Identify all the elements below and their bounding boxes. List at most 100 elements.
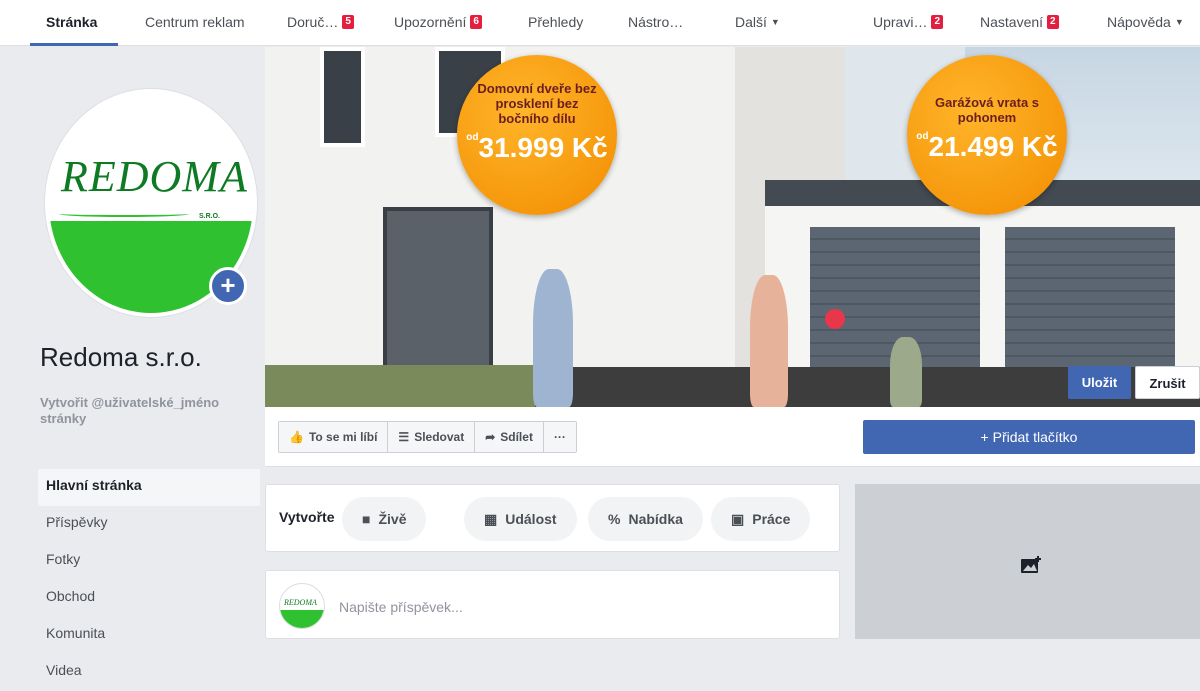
more-label: ··· (553, 430, 566, 444)
calendar-icon: ▦ (484, 511, 498, 527)
percent-icon: % (608, 511, 621, 527)
create-event-button[interactable]: ▦ Událost (464, 497, 577, 541)
sidebar-item-label: Hlavní stránka (46, 477, 142, 493)
logo-swoosh (59, 211, 189, 217)
create-event-label: Událost (505, 511, 557, 527)
cover-ball (825, 309, 845, 329)
sidebar-item-home[interactable]: Hlavní stránka (38, 469, 260, 506)
promo-prefix: od (466, 132, 479, 143)
tab-edit[interactable]: Upravi… 2 (873, 14, 944, 30)
avatar: REDOMA (279, 583, 325, 629)
share-button[interactable]: ➦ Sdílet (475, 422, 544, 452)
sidebar-item-photos[interactable]: Fotky (38, 543, 260, 580)
video-camera-icon: ■ (362, 511, 371, 527)
sidebar-item-videos[interactable]: Videa (38, 654, 260, 691)
cover-photo[interactable]: Domovní dveře bez prosklení bez bočního … (265, 47, 1200, 407)
page-action-bar: 👍 To se mi líbí ☰ Sledovat ➦ Sdílet ··· + P… (265, 407, 1200, 467)
tab-tools[interactable]: Nástro… (628, 14, 683, 30)
caret-down-icon: ▼ (770, 17, 780, 27)
more-options-button[interactable]: ··· (543, 422, 576, 452)
cover-person-man (533, 269, 573, 407)
sidebar-nav: Hlavní stránka Příspěvky Fotky Obchod Ko… (38, 469, 260, 691)
post-composer-input[interactable]: Napište příspěvek... (339, 599, 463, 615)
promo-badge-doors: Domovní dveře bez prosklení bez bočního … (457, 55, 617, 215)
sidebar-item-shop[interactable]: Obchod (38, 580, 260, 617)
promo-badge-garage: Garážová vrata s pohonem od21.499 Kč (907, 55, 1067, 215)
tab-label: Upozornění (394, 14, 467, 30)
tab-label: Nástro… (628, 14, 684, 30)
tab-label: Upravi… (873, 14, 928, 30)
tab-settings[interactable]: Nastavení 2 (980, 14, 1059, 30)
cover-garage-door (1005, 227, 1175, 367)
cover-person-child (890, 337, 922, 407)
like-label: To se mi líbí (308, 430, 378, 444)
promo-title: Domovní dveře bez prosklení bez bočního … (477, 81, 597, 126)
sidebar-item-label: Obchod (46, 588, 96, 604)
sidebar-item-posts[interactable]: Příspěvky (38, 506, 260, 543)
cover-person-woman (750, 275, 788, 407)
tab-notifications[interactable]: Upozornění 6 (394, 14, 482, 30)
create-username-link[interactable]: Vytvořit @uživatelské_jméno stránky (40, 395, 240, 427)
avatar-green-band (280, 609, 324, 628)
page-title: Redoma s.r.o. (40, 342, 202, 372)
cancel-button[interactable]: Zrušit (1135, 366, 1200, 399)
rss-icon: ☰ (398, 430, 410, 444)
promo-price-line: od31.999 Kč (457, 132, 617, 164)
tab-label: Nápověda (1107, 14, 1171, 30)
active-tab-indicator (30, 43, 118, 46)
sidebar-item-label: Příspěvky (46, 514, 108, 530)
tab-label: Doruč… (287, 14, 339, 30)
tab-label: Centrum reklam (145, 14, 245, 30)
save-button[interactable]: Uložit (1068, 366, 1131, 399)
tab-more[interactable]: Další ▼ (735, 14, 780, 30)
tab-label: Stránka (46, 14, 98, 30)
notification-badge: 2 (931, 15, 944, 29)
notification-badge: 2 (1047, 15, 1059, 29)
create-label: Vytvořte (279, 509, 335, 525)
create-live-label: Živě (378, 511, 407, 527)
tab-inbox[interactable]: Doruč… 5 (287, 14, 354, 30)
company-logo-text: REDOMA (61, 152, 248, 201)
page-actions-group: 👍 To se mi líbí ☰ Sledovat ➦ Sdílet ··· (278, 421, 577, 453)
create-offer-label: Nabídka (628, 511, 683, 527)
tab-help[interactable]: Nápověda ▼ (1107, 14, 1184, 30)
right-photo-card[interactable] (855, 484, 1200, 639)
promo-title: Garážová vrata s pohonem (934, 95, 1040, 125)
tab-label: Nastavení (980, 14, 1044, 30)
create-live-button[interactable]: ■ Živě (342, 497, 427, 541)
like-button[interactable]: 👍 To se mi líbí (279, 422, 389, 452)
composer-card: REDOMA Napište příspěvek... (265, 570, 840, 639)
create-job-label: Práce (752, 511, 791, 527)
caret-down-icon: ▼ (1174, 17, 1184, 27)
tab-label: Přehledy (528, 14, 584, 30)
create-offer-button[interactable]: % Nabídka (588, 497, 703, 541)
avatar-logo-text: REDOMA (284, 598, 317, 607)
sidebar-item-label: Videa (46, 662, 82, 678)
sidebar-item-community[interactable]: Komunita (38, 617, 260, 654)
create-card: Vytvořte ■ Živě ▦ Událost % Nabídka ▣ Práce (265, 484, 840, 552)
cover-window (320, 47, 365, 147)
sidebar-item-label: Fotky (46, 551, 81, 567)
notification-badge: 5 (342, 15, 354, 29)
thumbs-up-icon: 👍 (289, 430, 304, 444)
tab-page[interactable]: Stránka (46, 14, 97, 30)
tab-label: Další (735, 14, 767, 30)
share-label: Sdílet (500, 430, 533, 444)
follow-button[interactable]: ☰ Sledovat (388, 422, 476, 452)
promo-price-line: od21.499 Kč (907, 131, 1067, 163)
add-button[interactable]: + Přidat tlačítko (863, 420, 1195, 454)
briefcase-icon: ▣ (731, 511, 745, 527)
add-photo-plus-icon[interactable]: + (209, 267, 247, 305)
notification-badge: 6 (470, 15, 482, 29)
add-photo-icon (1021, 556, 1041, 573)
tab-insights[interactable]: Přehledy (528, 14, 583, 30)
company-logo-subtext: S.R.O. (199, 213, 221, 220)
page-top-nav: Stránka Centrum reklam Doruč… 5 Upozorněn… (0, 0, 1200, 46)
follow-label: Sledovat (414, 430, 465, 444)
create-job-button[interactable]: ▣ Práce (711, 497, 811, 541)
share-arrow-icon: ➦ (485, 430, 496, 444)
left-column: REDOMA S.R.O. + Redoma s.r.o. Vytvořit @… (10, 47, 265, 678)
promo-price: 21.499 Kč (928, 131, 1058, 162)
cover-plants (265, 365, 535, 407)
tab-ad-center[interactable]: Centrum reklam (145, 14, 245, 30)
